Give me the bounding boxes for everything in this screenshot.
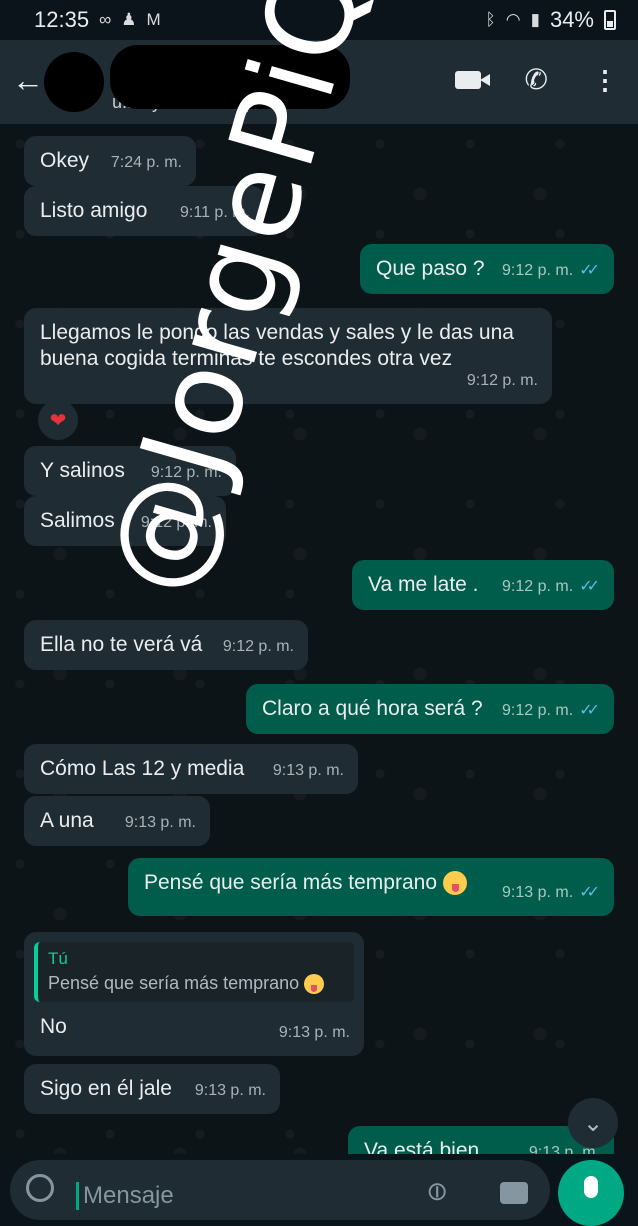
quoted-text-content: Pensé que sería más temprano [48,973,300,993]
message-placeholder: Mensaje [76,1182,174,1210]
avatar[interactable] [44,52,104,112]
voicemail-icon: ∞ [99,10,112,29]
message-input[interactable]: Mensaje ⊘ [10,1160,550,1220]
message-time: 9:13 p. m. [124,814,196,831]
wifi-icon: ◠ [505,10,521,29]
message-text: Que paso ? [376,257,485,280]
message-time: 9:12 p. m. [502,262,574,279]
read-receipt-icon: ✓✓ [579,262,600,279]
mic-icon[interactable] [558,1160,624,1226]
quoted-message[interactable]: Tú Pensé que sería más temprano [34,942,354,1002]
message-bubble[interactable]: Que paso ? 9:12 p. m. ✓✓ [360,244,614,294]
quoted-author: Tú [48,949,68,968]
message-bubble[interactable]: Tú Pensé que sería más temprano No 9:13 … [24,932,364,1056]
redacted-contact-name[interactable] [110,45,350,109]
message-time: 9:12 p. m. [466,372,538,389]
message-text: Salimos [40,509,115,532]
status-bar: 12:35 ∞ ♟ M ᛒ ◠ ▮ 34% [0,0,638,40]
tongue-wink-emoji-icon [442,871,467,896]
message-time: 9:13 p. m. [194,1082,266,1099]
message-meta: 9:12 p. m. ✓✓ [502,698,600,724]
bluetooth-icon: ᛒ [485,10,496,29]
message-text-content: Pensé que sería más temprano [144,871,437,894]
message-text: Y salinos [40,459,125,482]
battery-percent: 34% [549,7,594,32]
attach-icon[interactable]: ⊘ [418,1173,455,1210]
message-bubble[interactable]: A una 9:13 p. m. [24,796,210,846]
message-time: 9:12 p. m. [502,578,574,595]
message-meta: 9:12 p. m. ✓✓ [502,574,600,600]
video-call-icon[interactable] [454,71,490,89]
message-time: 7:24 p. m. [110,154,182,171]
message-time: 9:12 p. m. [150,464,222,481]
camera-icon[interactable] [500,1182,528,1204]
read-receipt-icon: ✓✓ [579,702,600,719]
read-receipt-icon: ✓✓ [579,884,600,901]
message-time: 9:13 p. m. [502,884,574,901]
message-list[interactable]: Okey 7:24 p. m. Listo amigo 9:11 p. m. Q… [0,124,638,1154]
message-text: Claro a qué hora será ? [262,697,483,720]
message-bubble[interactable]: Okey 7:24 p. m. [24,136,196,186]
message-bubble[interactable]: Sigo en él jale 9:13 p. m. [24,1064,280,1114]
more-options-icon[interactable]: ⋮ [592,67,618,93]
message-bubble[interactable]: Cómo Las 12 y media 9:13 p. m. [24,744,358,794]
voice-call-icon[interactable]: ✆ [525,66,548,94]
message-bubble[interactable]: Y salinos 9:12 p. m. [24,446,236,496]
message-bubble[interactable]: Pensé que sería más temprano 9:13 p. m. ✓… [128,858,614,916]
message-text: Cómo Las 12 y media [40,757,245,780]
message-bubble[interactable]: Ella no te verá vá 9:12 p. m. [24,620,308,670]
clock: 12:35 [34,7,90,32]
message-time: 9:12 p. m. [222,638,294,655]
message-text: Llegamos le pongo las vendas y sales y l… [40,321,514,370]
message-bubble[interactable]: Llegamos le pongo las vendas y sales y l… [24,308,552,404]
battery-icon [604,10,616,30]
message-time: 9:13 p. m. [278,1024,350,1041]
message-bubble[interactable]: Listo amigo 9:11 p. m. [24,186,264,236]
message-time: 9:12 p. m. [140,514,212,531]
message-meta: 9:12 p. m. ✓✓ [502,258,600,284]
back-arrow-icon[interactable]: ← [12,64,44,96]
gmail-icon: M [146,10,161,29]
composer-bar: Mensaje ⊘ [0,1154,638,1226]
tongue-wink-emoji-icon [304,974,325,995]
chat-header: ← ú... ayer a las ... p. m. ✆ ⋮ [0,40,638,124]
heart-reaction-icon[interactable]: ❤ [38,400,78,440]
message-text: Ella no te verá vá [40,633,203,656]
message-time: 9:13 p. m. [272,762,344,779]
scroll-down-icon[interactable]: ⌄ [568,1098,618,1148]
message-time: 9:12 p. m. [502,702,574,719]
message-text: Sigo en él jale [40,1077,172,1100]
message-bubble[interactable]: Salimos 9:12 p. m. [24,496,226,546]
read-receipt-icon: ✓✓ [579,578,600,595]
message-text: Okey [40,149,90,172]
quoted-text: Pensé que sería más temprano [48,970,344,996]
message-bubble[interactable]: Va me late . 9:12 p. m. ✓✓ [352,560,614,610]
message-text: A una [40,809,94,832]
fitness-icon: ♟ [121,10,137,29]
signal-icon: ▮ [530,10,540,29]
message-text: No [40,1015,67,1038]
message-text: Va está bien [364,1139,480,1154]
message-text: Pensé que sería más temprano [144,871,467,896]
message-bubble[interactable]: Claro a qué hora será ? 9:12 p. m. ✓✓ [246,684,614,734]
message-time: 9:11 p. m. [180,204,250,221]
message-text: Va me late . [368,573,479,596]
message-text: Listo amigo [40,199,148,222]
emoji-icon[interactable] [26,1174,54,1202]
message-meta: 9:13 p. m. ✓✓ [502,880,600,906]
